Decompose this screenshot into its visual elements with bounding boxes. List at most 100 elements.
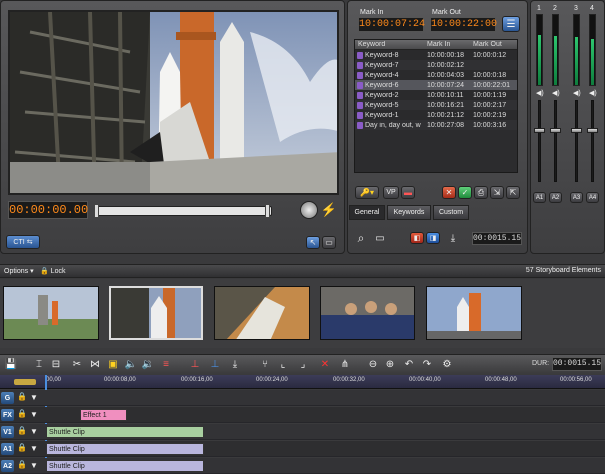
track-label[interactable]: A2	[1, 460, 14, 472]
scrub-handle-in[interactable]	[94, 204, 99, 218]
tab-custom[interactable]: Custom	[433, 205, 469, 220]
options-menu[interactable]: Options ▾	[4, 267, 34, 275]
track-options-icon[interactable]: ▼	[30, 461, 38, 470]
save-icon[interactable]: 💾	[4, 357, 18, 371]
track-options-icon[interactable]: ▼	[30, 393, 38, 402]
lock-icon[interactable]: 🔒	[17, 426, 27, 435]
audio-on-icon[interactable]: 🔈	[124, 357, 138, 371]
volume-fader-knob[interactable]	[587, 128, 598, 133]
volume-knob[interactable]	[300, 201, 318, 219]
export-icon[interactable]: ⇱	[506, 186, 520, 199]
mark-out-button[interactable]: ◨	[426, 232, 440, 244]
channel-label-a1[interactable]: A1	[533, 192, 546, 203]
storyboard-thumb-1[interactable]	[3, 286, 99, 340]
slip-icon[interactable]: ⊟	[49, 357, 63, 371]
delete-button[interactable]: ✕	[442, 186, 456, 199]
mark-out-timecode[interactable]: 10:00:22:00	[430, 17, 497, 32]
keyword-row[interactable]: Keyword-1 10:00:21:12 10:00:2:19	[355, 110, 517, 120]
flag-button[interactable]: ▬	[401, 186, 415, 199]
keyword-row[interactable]: Day in, day out, w 10:00:27:08 10:00:3:16	[355, 120, 517, 130]
col-keyword[interactable]: Keyword	[355, 41, 427, 48]
audio-mute-icon[interactable]: 🔉	[141, 357, 155, 371]
speaker-icon[interactable]: ◀)	[589, 89, 597, 97]
storyboard-thumb-4[interactable]	[320, 286, 415, 340]
lock-icon[interactable]: 🔒	[17, 460, 27, 469]
monitor-icon[interactable]: ▭	[322, 236, 336, 249]
split-icon[interactable]: ⋈	[88, 357, 102, 371]
video-clip[interactable]: Shuttle Clip	[46, 426, 204, 438]
render-icon[interactable]: ⚙	[440, 357, 454, 371]
mark-in-button[interactable]: ◧	[410, 232, 424, 244]
ruler-zoom-handle[interactable]	[14, 379, 36, 385]
redo-icon[interactable]: ↷	[420, 357, 434, 371]
keyword-row[interactable]: Keyword-8 10:00:00:18 10:00:0:12	[355, 50, 517, 60]
effect-clip[interactable]: Effect 1	[80, 409, 127, 421]
col-mark-in[interactable]: Mark In	[427, 41, 473, 48]
lock-icon[interactable]: 🔒	[17, 443, 27, 452]
slide-icon[interactable]: ⌟	[296, 357, 310, 371]
track-label[interactable]: FX	[1, 409, 14, 421]
track-options-icon[interactable]: ▼	[30, 427, 38, 436]
track-options-icon[interactable]: ▼	[30, 410, 38, 419]
keyword-row[interactable]: Keyword-6 10:00:07:24 10:00:22:01	[355, 80, 517, 90]
keyword-row[interactable]: Keyword-7 10:00:02:12	[355, 60, 517, 70]
speaker-icon[interactable]: ◀)	[536, 89, 544, 97]
import-icon[interactable]: ⇲	[490, 186, 504, 199]
stack-icon[interactable]: ≡	[159, 357, 173, 371]
audio-clip[interactable]: Shuttle Clip	[46, 460, 204, 472]
track-label[interactable]: A1	[1, 443, 14, 455]
viewer-timecode[interactable]: 00:00:00.00	[8, 201, 88, 219]
timeline-duration[interactable]: 00:0015.15	[552, 357, 602, 371]
scrub-handle-out[interactable]	[265, 204, 270, 218]
keyword-duration[interactable]: 00:0015.15	[472, 232, 522, 245]
volume-fader-knob[interactable]	[571, 128, 582, 133]
keyword-row[interactable]: Keyword-4 10:00:04:03 10:00:0:18	[355, 70, 517, 80]
mark-in-timecode[interactable]: 10:00:07:24	[358, 17, 425, 32]
volume-fader-track[interactable]	[575, 100, 578, 182]
lock-toggle[interactable]: 🔒 Lock	[40, 267, 65, 275]
lightning-icon[interactable]: ⚡	[321, 201, 337, 219]
window-icon[interactable]: ▭	[373, 232, 387, 244]
zoom-out-icon[interactable]: ⊖	[366, 357, 380, 371]
storyboard-thumb-3[interactable]	[214, 286, 310, 340]
track-options-icon[interactable]: ▼	[30, 444, 38, 453]
insert-red-icon[interactable]: ⊥	[188, 357, 202, 371]
overwrite-icon[interactable]: ⤓	[228, 357, 242, 371]
channel-label-a2[interactable]: A2	[549, 192, 562, 203]
roll-icon[interactable]: ⌞	[276, 357, 290, 371]
volume-fader-knob[interactable]	[534, 128, 545, 133]
track-label[interactable]: G	[1, 392, 14, 404]
scrub-bar[interactable]	[94, 204, 272, 218]
scissors-icon[interactable]: ✂	[70, 357, 84, 371]
volume-fader-track[interactable]	[538, 100, 541, 182]
lock-icon[interactable]: 🔒	[17, 392, 27, 401]
volume-fader-knob[interactable]	[550, 128, 561, 133]
keyword-row[interactable]: Keyword-2 10:00:10:11 10:00:1:19	[355, 90, 517, 100]
key-icon-button[interactable]: 🔑▾	[355, 186, 379, 199]
undo-icon[interactable]: ↶	[402, 357, 416, 371]
tab-keywords[interactable]: Keywords	[387, 205, 431, 220]
volume-fader-track[interactable]	[554, 100, 557, 182]
lock-icon[interactable]: 🔒	[17, 409, 27, 418]
zoom-in-icon[interactable]: ⊕	[383, 357, 397, 371]
audio-clip[interactable]: Shuttle Clip	[46, 443, 204, 455]
marker-icon[interactable]: ▣	[106, 357, 120, 371]
channel-label-a4[interactable]: A4	[586, 192, 599, 203]
cti-toggle-button[interactable]: CTI ⇆	[6, 235, 40, 249]
storyboard-thumb-2[interactable]	[109, 286, 203, 340]
channel-label-a3[interactable]: A3	[570, 192, 583, 203]
insert-blue-icon[interactable]: ⊥	[208, 357, 222, 371]
delete-clip-icon[interactable]: ✕	[318, 357, 332, 371]
group-icon[interactable]: ⋔	[338, 357, 352, 371]
print-icon[interactable]: ⎙	[474, 186, 488, 199]
speaker-icon[interactable]: ◀)	[552, 89, 560, 97]
col-mark-out[interactable]: Mark Out	[473, 41, 517, 48]
search-icon[interactable]: ⌕	[354, 231, 368, 245]
razor-icon[interactable]: ⌶	[32, 357, 46, 371]
speaker-icon[interactable]: ◀)	[573, 89, 581, 97]
list-view-button[interactable]: ☰	[502, 16, 520, 32]
tab-general[interactable]: General	[349, 205, 385, 220]
vp-button[interactable]: VP	[383, 186, 399, 199]
volume-fader-track[interactable]	[591, 100, 594, 182]
keyword-row[interactable]: Keyword-5 10:00:16:21 10:00:2:17	[355, 100, 517, 110]
